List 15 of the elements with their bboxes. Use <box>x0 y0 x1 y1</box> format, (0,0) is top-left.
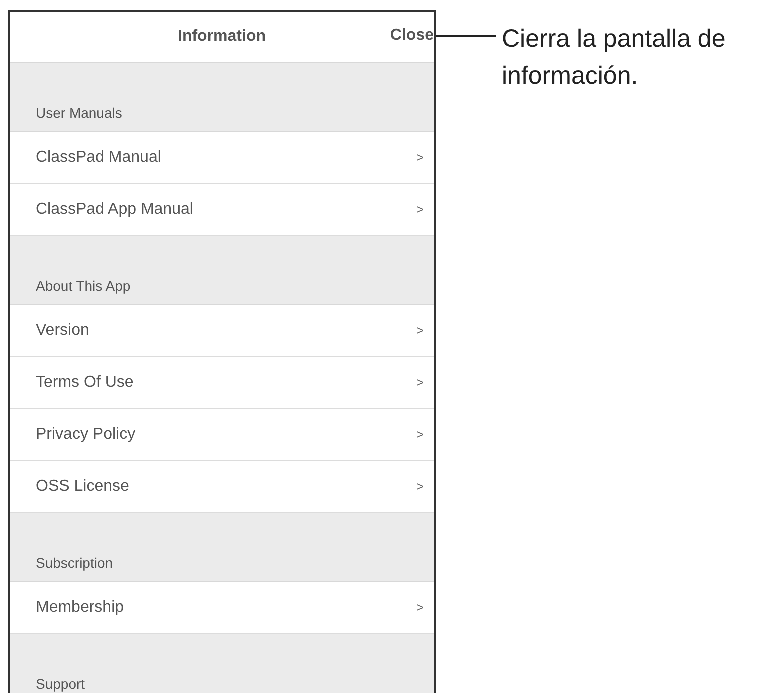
menu-item[interactable]: Terms Of Use > <box>10 357 434 409</box>
menu-item[interactable]: OSS License > <box>10 461 434 513</box>
leader-line <box>436 35 496 37</box>
section-heading: About This App <box>36 278 131 294</box>
annotation-text: Cierra la pantalla de información. <box>502 24 727 92</box>
section-heading: Support <box>36 676 86 692</box>
menu-item[interactable]: ClassPad Manual > <box>10 132 434 184</box>
menu-item[interactable]: ClassPad App Manual > <box>10 184 434 236</box>
screen-title: Information <box>178 28 266 46</box>
menu-item[interactable]: Membership > <box>10 582 434 634</box>
section-heading: User Manuals <box>36 105 122 121</box>
menu-item[interactable]: Version > <box>10 305 434 357</box>
close-button[interactable]: Close <box>386 25 434 47</box>
menu-item[interactable]: Privacy Policy > <box>10 409 434 461</box>
section-heading: Subscription <box>36 555 114 571</box>
